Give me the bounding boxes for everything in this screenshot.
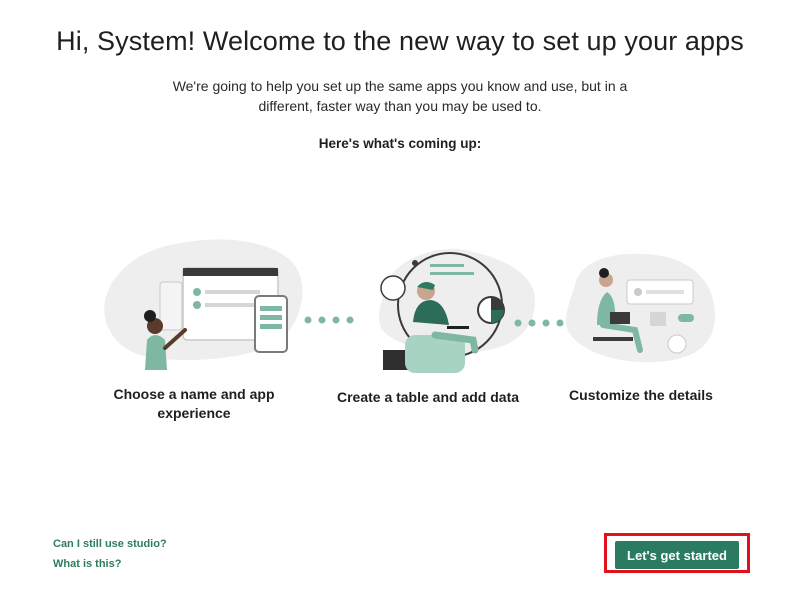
help-links: Can I still use studio? What is this? [53,538,167,578]
studio-link[interactable]: Can I still use studio? [53,538,167,550]
steps-illustration [104,239,715,373]
step-3-label: Customize the details [569,387,713,403]
data-illustration [379,249,535,373]
get-started-button[interactable]: Let's get started [615,541,739,569]
intro-text: We're going to help you set up the same … [172,78,628,114]
step-2-label: Create a table and add data [336,389,520,405]
page-title: Hi, System! Welcome to the new way to se… [56,26,744,56]
customize-illustration [565,253,715,363]
devices-illustration [104,239,303,370]
connector-dots-1 [304,316,354,324]
what-is-this-link[interactable]: What is this? [53,558,167,570]
coming-up-heading: Here's what's coming up: [318,136,482,151]
step-1-label: Choose a name and app experience [113,386,275,421]
